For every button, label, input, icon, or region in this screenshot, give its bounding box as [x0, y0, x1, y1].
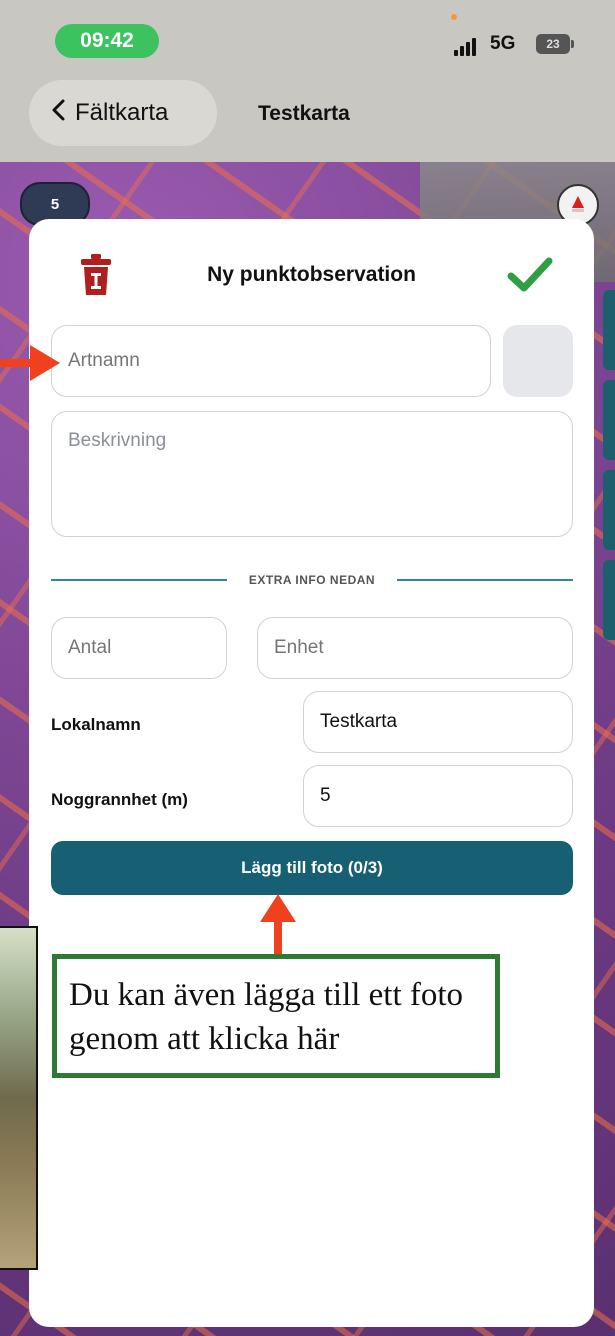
species-picker-button[interactable] [503, 325, 573, 397]
map-side-control[interactable] [603, 470, 615, 550]
species-name-input[interactable] [51, 325, 491, 397]
map-side-control[interactable] [603, 560, 615, 640]
annotation-callout: Du kan även lägga till ett foto genom at… [52, 954, 500, 1078]
status-time: 09:42 [55, 24, 159, 58]
map-side-control[interactable] [603, 290, 615, 370]
network-label: 5G [490, 33, 516, 54]
annotation-arrow-right [0, 345, 60, 381]
check-icon[interactable] [507, 255, 553, 295]
accuracy-input[interactable] [303, 765, 573, 827]
page-title: Testkarta [258, 102, 350, 125]
back-button[interactable]: Fältkarta [29, 80, 217, 146]
map-side-control[interactable] [603, 380, 615, 460]
navigation-bar: Fältkarta Testkarta [0, 72, 615, 162]
accuracy-label: Noggrannhet (m) [51, 790, 188, 809]
locale-name-input[interactable] [303, 691, 573, 753]
divider [397, 579, 573, 581]
add-photo-button[interactable]: Lägg till foto (0/3) [51, 841, 573, 895]
count-input[interactable] [51, 617, 227, 679]
privacy-indicator-dot [451, 14, 457, 20]
chevron-left-icon [51, 99, 65, 128]
battery-icon: 23 [536, 34, 574, 54]
divider [51, 579, 227, 581]
signal-icon [454, 38, 476, 56]
annotation-arrow-up [260, 894, 296, 954]
description-input[interactable]: Beskrivning [51, 411, 573, 537]
battery-level: 23 [546, 37, 560, 51]
section-divider-label: EXTRA INFO NEDAN [248, 573, 376, 587]
back-button-label: Fältkarta [75, 99, 169, 126]
new-observation-dialog: Ny punktobservation Beskrivning EXTRA IN… [29, 219, 594, 1327]
locale-name-label: Lokalnamn [51, 715, 141, 734]
status-bar: 09:42 5G 23 [0, 0, 615, 72]
unit-input[interactable] [257, 617, 573, 679]
photo-thumbnail [0, 926, 38, 1270]
